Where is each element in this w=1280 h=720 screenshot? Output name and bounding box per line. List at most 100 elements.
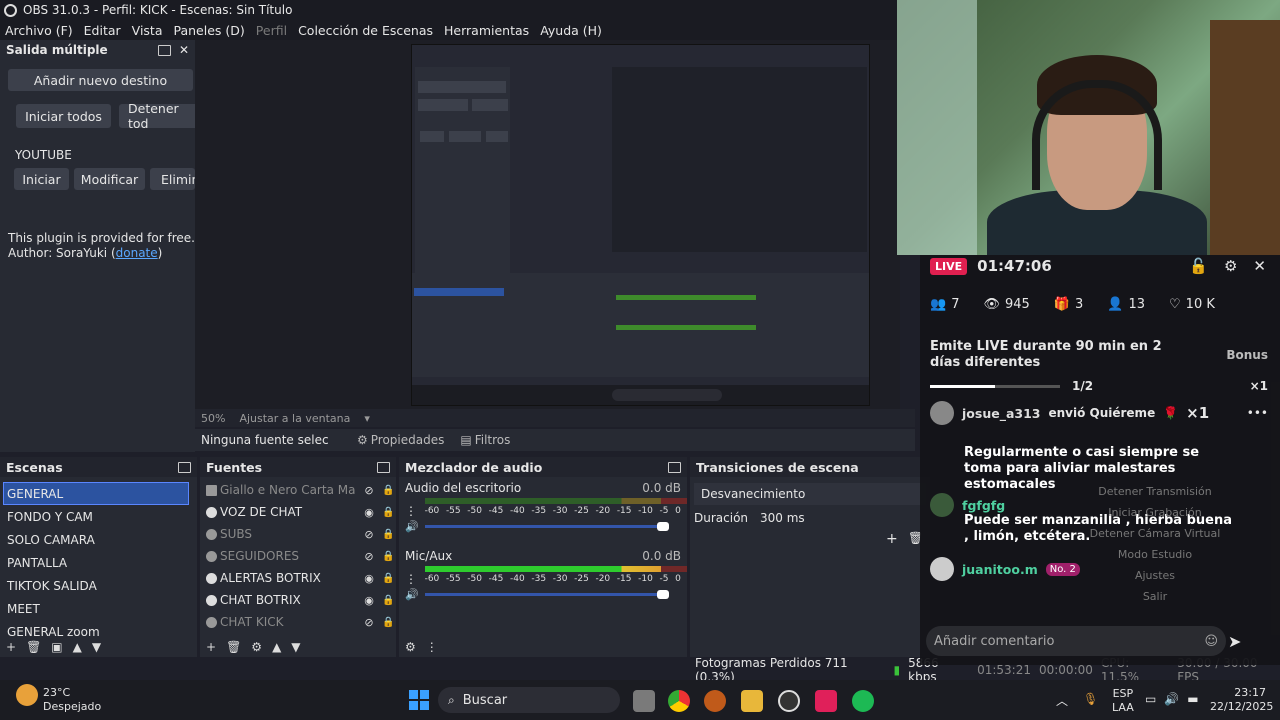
undock-icon[interactable] (668, 461, 681, 473)
menu-dots-icon[interactable]: ⋮ (426, 640, 438, 654)
menu-dots-icon[interactable]: ⋮ (405, 572, 425, 586)
scene-item[interactable]: MEET (0, 597, 197, 620)
donate-link[interactable]: donate (116, 246, 158, 260)
arrow-down-icon[interactable]: ▼ (92, 640, 101, 654)
arrow-down-icon[interactable]: ▼ (291, 640, 300, 654)
trash-icon[interactable]: 🗑 (26, 640, 41, 654)
source-item[interactable]: ALERTAS BOTRIX ◉ 🔒 (200, 567, 396, 589)
scene-item[interactable]: PANTALLA (0, 551, 197, 574)
duration-input[interactable]: 300 ms (760, 511, 805, 525)
target-start-button[interactable]: Iniciar (14, 168, 69, 190)
close-icon[interactable]: ✕ (1253, 257, 1266, 275)
lock-icon[interactable]: 🔒 (382, 551, 396, 562)
close-icon[interactable]: ✕ (179, 43, 189, 57)
task-view-icon[interactable] (633, 690, 655, 712)
lock-icon[interactable]: 🔒 (382, 573, 396, 584)
weather-icon[interactable] (16, 684, 38, 706)
source-item[interactable]: VOZ DE CHAT ◉ 🔒 (200, 501, 396, 523)
app-icon[interactable] (704, 690, 726, 712)
emoji-icon[interactable]: ☺ (1204, 634, 1218, 649)
menu-editar[interactable]: Editar (84, 23, 121, 38)
obs-icon[interactable] (778, 690, 800, 712)
add-icon[interactable]: + (206, 640, 216, 654)
advanced-audio-icon[interactable]: ⚙ (405, 640, 416, 654)
source-item[interactable]: SUBS ⊘ 🔒 (200, 523, 396, 545)
scenes-dock: Escenas GENERAL FONDO Y CAM SOLO CAMARA … (0, 457, 197, 657)
hidden-eye-icon[interactable]: ⊘ (359, 528, 379, 541)
chrome-icon[interactable] (668, 690, 690, 712)
gear-icon[interactable]: ⚙ (1224, 257, 1237, 275)
mic-icon[interactable]: 🎙 (1083, 692, 1098, 706)
scene-item[interactable]: SOLO CAMARA (0, 528, 197, 551)
lock-icon[interactable]: 🔒 (382, 485, 396, 496)
add-icon[interactable]: + (6, 640, 16, 654)
filter-icon[interactable]: ▣ (51, 640, 62, 654)
tiktok-icon[interactable] (815, 690, 837, 712)
volume-slider-handle[interactable] (656, 522, 669, 531)
lock-icon[interactable]: 🔒 (382, 507, 396, 518)
windows-start-icon[interactable] (408, 689, 430, 711)
lock-icon[interactable]: 🔒 (382, 595, 396, 606)
file-explorer-icon[interactable] (741, 690, 763, 712)
taskbar-search[interactable]: ⌕ Buscar (438, 687, 620, 713)
weather-widget[interactable]: 23°C Despejado (43, 686, 101, 714)
spotify-icon[interactable] (852, 690, 874, 712)
menu-coleccion[interactable]: Colección de Escenas (298, 23, 433, 38)
volume-slider[interactable] (424, 590, 669, 599)
source-item[interactable]: CHAT KICK ⊘ 🔒 (200, 611, 396, 633)
stop-all-button[interactable]: Detener tod (119, 104, 199, 128)
arrow-up-icon[interactable]: ▲ (272, 640, 281, 654)
properties-button[interactable]: ⚙ Propiedades (357, 433, 444, 447)
lock-icon[interactable]: 🔓 (1189, 257, 1208, 275)
send-icon[interactable]: ➤ (1228, 632, 1241, 651)
preview-canvas[interactable] (411, 44, 870, 406)
speaker-icon[interactable]: 🔊 (405, 588, 419, 601)
comment-input[interactable]: Añadir comentario ☺ (926, 626, 1226, 656)
menu-dots-icon[interactable]: ⋮ (405, 504, 425, 518)
chevron-down-icon[interactable]: ▾ (364, 412, 370, 425)
speaker-icon[interactable]: 🔊 (405, 520, 419, 533)
scene-item[interactable]: GENERAL (3, 482, 189, 505)
lock-icon[interactable]: 🔒 (382, 617, 396, 628)
hidden-eye-icon[interactable]: ⊘ (359, 616, 379, 629)
menu-ayuda[interactable]: Ayuda (H) (540, 23, 602, 38)
source-item[interactable]: Giallo e Nero Carta Massi⊘🔒 (200, 479, 396, 501)
menu-archivo[interactable]: Archivo (F) (5, 23, 73, 38)
target-modify-button[interactable]: Modificar (74, 168, 145, 190)
eye-icon[interactable]: ◉ (359, 594, 379, 607)
undock-icon[interactable] (377, 461, 390, 473)
scene-item[interactable]: FONDO Y CAM (0, 505, 197, 528)
more-icon[interactable]: ••• (1247, 406, 1268, 420)
eye-icon[interactable]: ◉ (359, 506, 379, 519)
add-destination-button[interactable]: Añadir nuevo destino (8, 69, 193, 91)
hidden-eye-icon[interactable]: ⊘ (359, 550, 379, 563)
volume-slider[interactable] (424, 522, 669, 531)
scene-item[interactable]: TIKTOK SALIDA (0, 574, 197, 597)
transition-select[interactable]: Desvanecimiento (694, 483, 926, 505)
fit-window-dropdown[interactable]: Ajustar a la ventana (239, 412, 350, 425)
source-item[interactable]: CHAT BOTRIX ◉ 🔒 (200, 589, 396, 611)
menu-vista[interactable]: Vista (132, 23, 163, 38)
lock-icon[interactable]: 🔒 (382, 529, 396, 540)
undock-icon[interactable] (157, 44, 171, 56)
menu-paneles[interactable]: Paneles (D) (174, 23, 245, 38)
clock[interactable]: 23:17 22/12/2025 (1210, 686, 1273, 714)
trash-icon[interactable]: 🗑 (226, 640, 241, 654)
target-delete-button[interactable]: Elimin (150, 168, 195, 190)
undock-icon[interactable] (178, 461, 191, 473)
system-tray[interactable]: ▭ 🔊 ▬ (1145, 692, 1199, 706)
source-item[interactable]: SEGUIDORES ⊘ 🔒 (200, 545, 396, 567)
language-indicator[interactable]: ESP LAA (1112, 687, 1134, 715)
chevron-up-icon[interactable]: ︿ (1056, 692, 1068, 709)
eye-icon[interactable]: ◉ (359, 572, 379, 585)
add-icon[interactable]: + (886, 531, 898, 547)
menu-perfil[interactable]: Perfil (256, 23, 287, 38)
gear-icon[interactable]: ⚙ (251, 640, 262, 654)
filters-button[interactable]: ▤ Filtros (460, 433, 510, 447)
menu-herramientas[interactable]: Herramientas (444, 23, 529, 38)
start-all-button[interactable]: Iniciar todos (16, 104, 111, 128)
browser-source-icon (206, 594, 217, 606)
hidden-eye-icon[interactable]: ⊘ (359, 484, 379, 497)
volume-slider-handle[interactable] (656, 590, 669, 599)
arrow-up-icon[interactable]: ▲ (73, 640, 82, 654)
